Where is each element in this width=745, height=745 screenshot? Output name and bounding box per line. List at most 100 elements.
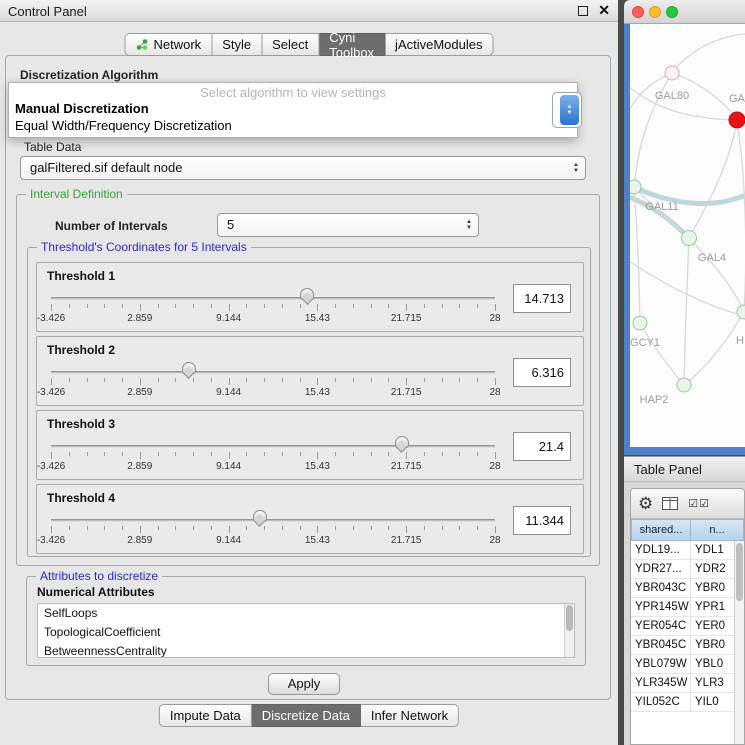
attribute-item[interactable]: BetweennessCentrality [38, 642, 574, 658]
table-cell: YPR1 [691, 598, 734, 616]
scrollbar-thumb[interactable] [566, 605, 573, 631]
node-label: GAL80 [655, 90, 689, 102]
dropdown-option-equal-width[interactable]: Equal Width/Frequency Discretization [9, 117, 577, 134]
tab-infer-network[interactable]: Infer Network [361, 704, 459, 727]
interval-definition-group: Interval Definition Number of Intervals … [16, 194, 600, 566]
table-row[interactable]: YIL052C YIL0 [631, 693, 734, 712]
table-cell: YBR0 [691, 636, 734, 654]
attribute-item[interactable]: SelfLoops [38, 604, 574, 623]
threshold-slider[interactable]: -3.4262.8599.14415.4321.71528 [51, 287, 495, 329]
slider-thumb[interactable] [300, 288, 314, 303]
threshold-slider[interactable]: -3.4262.8599.14415.4321.71528 [51, 509, 495, 551]
slider-track[interactable] [51, 297, 495, 300]
table-cell: YER0 [691, 617, 734, 635]
columns-icon[interactable] [662, 497, 679, 510]
table-panel-title: Table Panel [634, 462, 702, 477]
combo-value: galFiltered.sif default node [30, 157, 182, 179]
scale-label: 9.144 [216, 313, 241, 324]
scale-label: 21.715 [391, 313, 422, 324]
table-row[interactable]: YLR345W YLR3 [631, 674, 734, 693]
slider-ticks [51, 304, 495, 312]
network-canvas[interactable]: GAL80 GA GAL11 GAL4 GCY1 HAP2 H [630, 24, 745, 447]
slider-ticks [51, 378, 495, 386]
scale-label: 21.715 [391, 387, 422, 398]
threshold-slider[interactable]: -3.4262.8599.14415.4321.71528 [51, 435, 495, 477]
float-window-icon[interactable] [578, 6, 588, 16]
slider-track[interactable] [51, 445, 495, 448]
tab-style[interactable]: Style [212, 33, 262, 56]
table-cell: YPR145W [631, 598, 691, 616]
table-cell: YDL1 [691, 541, 734, 559]
attributes-scrollbar[interactable] [564, 604, 574, 657]
scale-label: 21.715 [391, 461, 422, 472]
slider-track[interactable] [51, 371, 495, 374]
attribute-item[interactable]: TopologicalCoefficient [38, 623, 574, 642]
table-row[interactable]: YDR27... YDR2 [631, 560, 734, 579]
algorithm-section-label: Discretization Algorithm [20, 68, 158, 82]
minimize-traffic-light-icon[interactable] [649, 6, 661, 18]
scrollbar-thumb[interactable] [736, 543, 743, 601]
network-node[interactable] [682, 231, 697, 246]
table-scrollbar[interactable] [734, 541, 744, 744]
threshold-slider[interactable]: -3.4262.8599.14415.4321.71528 [51, 361, 495, 403]
gear-icon[interactable]: ⚙ [638, 495, 653, 512]
network-node[interactable] [677, 378, 691, 392]
table-row[interactable]: YBR045C YBR0 [631, 636, 734, 655]
network-node[interactable] [630, 180, 641, 194]
table-row[interactable]: YDL19... YDL1 [631, 541, 734, 560]
network-node[interactable] [633, 316, 647, 330]
table-row[interactable]: YBR043C YBR0 [631, 579, 734, 598]
network-node[interactable] [737, 305, 745, 319]
control-panel-titlebar[interactable]: Control Panel ✕ [0, 0, 618, 22]
scale-label: -3.426 [37, 387, 65, 398]
slider-track[interactable] [51, 519, 495, 522]
network-node-selected[interactable] [729, 112, 745, 128]
threshold-box: Threshold 1 -3.4262.8599.14415.4321.7152… [36, 262, 584, 332]
numerical-attributes-label: Numerical Attributes [37, 585, 155, 599]
table-row[interactable]: YER054C YER0 [631, 617, 734, 636]
threshold-value-field[interactable]: 21.4 [513, 432, 571, 461]
number-of-intervals-combo[interactable]: 5 ▲ ▼ [217, 213, 479, 237]
scale-label: 28 [489, 461, 500, 472]
tab-jactivemodules[interactable]: jActiveModules [385, 33, 493, 56]
table-cell: YIL052C [631, 693, 691, 711]
tab-discretize-data[interactable]: Discretize Data [252, 704, 361, 727]
tab-impute-data[interactable]: Impute Data [159, 704, 252, 727]
tab-select[interactable]: Select [262, 33, 319, 56]
column-header[interactable]: n... [691, 519, 744, 541]
dropdown-option-manual[interactable]: Manual Discretization [9, 100, 577, 117]
threshold-value-field[interactable]: 11.344 [513, 506, 571, 535]
slider-scale-labels: -3.4262.8599.14415.4321.71528 [51, 387, 495, 399]
scale-label: 21.715 [391, 535, 422, 546]
algorithm-combo-stepper[interactable]: ▲ ▼ [552, 92, 582, 128]
select-columns-icon[interactable]: ☑☑ [688, 497, 710, 510]
table-data-label: Table Data [24, 140, 81, 154]
apply-button[interactable]: Apply [268, 673, 340, 695]
table-panel-header[interactable]: Table Panel [624, 456, 745, 482]
tab-cyni-toolbox[interactable]: Cyni Toolbox [319, 33, 385, 56]
table-row[interactable]: YPR145W YPR1 [631, 598, 734, 617]
table-cell: YLR345W [631, 674, 691, 692]
network-node[interactable] [665, 66, 679, 80]
network-window-titlebar[interactable] [624, 0, 745, 24]
scale-label: 9.144 [216, 387, 241, 398]
column-header[interactable]: shared... [631, 519, 691, 541]
close-traffic-light-icon[interactable] [632, 6, 644, 18]
threshold-value-field[interactable]: 14.713 [513, 284, 571, 313]
scale-label: 15.43 [305, 461, 330, 472]
threshold-value-field[interactable]: 6.316 [513, 358, 571, 387]
tab-network[interactable]: Network [125, 33, 213, 56]
close-icon[interactable]: ✕ [598, 2, 610, 19]
combo-stepper-icon: ▲ ▼ [573, 157, 579, 179]
attributes-list[interactable]: SelfLoopsTopologicalCoefficientBetweenne… [37, 603, 575, 658]
zoom-traffic-light-icon[interactable] [666, 6, 678, 18]
table-cell: YBR0 [691, 579, 734, 597]
network-node-labels: GAL80 GA GAL11 GAL4 GCY1 HAP2 H [630, 90, 745, 406]
table-row[interactable]: YBL079W YBL0 [631, 655, 734, 674]
table-data-combo[interactable]: galFiltered.sif default node ▲ ▼ [20, 156, 586, 180]
slider-thumb[interactable] [253, 510, 267, 525]
slider-thumb[interactable] [395, 436, 409, 451]
scale-label: 9.144 [216, 461, 241, 472]
table-cell: YDR2 [691, 560, 734, 578]
slider-thumb[interactable] [182, 362, 196, 377]
